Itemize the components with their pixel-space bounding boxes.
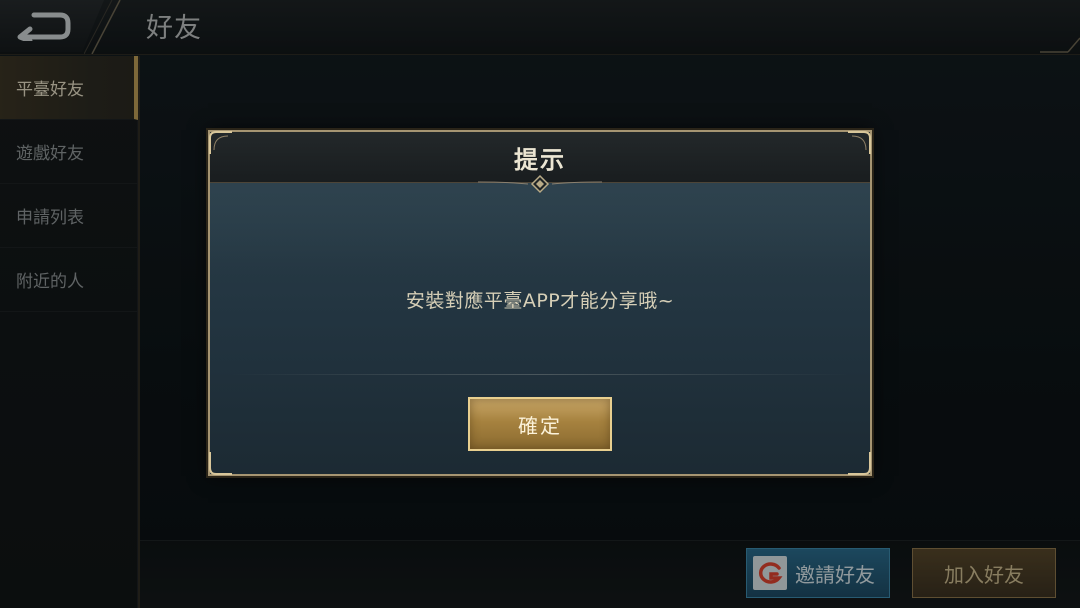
dialog-divider [230,374,850,375]
dialog-title: 提示 [514,145,566,174]
corner-ornament-icon [848,452,871,475]
header-ornament-icon [478,174,602,194]
confirm-button[interactable]: 確定 [468,397,612,451]
alert-dialog: 提示 安裝對應平臺APP才能分享哦~ 確定 [208,130,872,476]
corner-ornament-icon [848,131,871,154]
dialog-message: 安裝對應平臺APP才能分享哦~ [405,290,675,312]
friends-screen: 好友 平臺好友 遊戲好友 申請列表 附近的人 邀請好友 加入好友 提示 安裝對應… [0,0,1080,608]
corner-ornament-icon [209,131,232,154]
corner-ornament-icon [209,452,232,475]
